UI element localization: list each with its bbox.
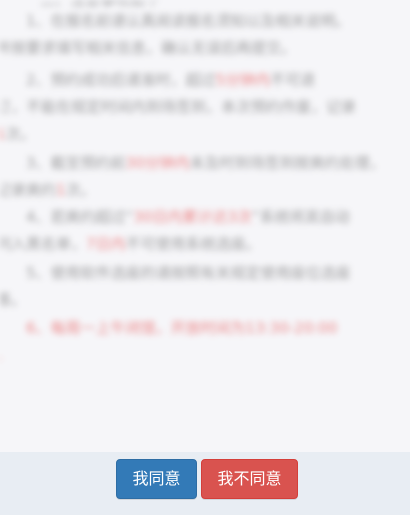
agreement-line: 订，不能在规定时间内到场签到，本次预约作废，记录 xyxy=(0,98,357,116)
agreement-line: 列入黑名单，7日内不可使用系统选座。 xyxy=(0,235,261,253)
disagree-button[interactable]: 我不同意 xyxy=(201,459,298,499)
agreement-heading: 二、注意事项如下 xyxy=(40,0,161,9)
action-footer: 我同意 我不同意 xyxy=(0,452,410,515)
agreement-text: 二、注意事项如下 1、在报名前请认真阅读报名须知以及相关说明。 并按要求填写相关… xyxy=(0,0,410,452)
agreement-line-highlight: 6、每周一上午闭馆，开放时间为13:30-20:00 xyxy=(26,319,338,337)
agreement-line: 等。 xyxy=(0,291,27,309)
agree-button[interactable]: 我同意 xyxy=(116,459,197,499)
agreement-line: 记录爽约1次。 xyxy=(0,181,96,199)
agreement-line: 1次。 xyxy=(0,125,36,143)
agreement-line: 4、若爽约超过“30日内累计达3次”系统将其自动 xyxy=(26,208,350,226)
agreement-line: 3、截至预约前30分钟内未及时到场签到按爽约处理， xyxy=(26,154,385,172)
agreement-line: 5、使用软件选座的请按照有关规定使用座位选座 xyxy=(26,264,351,282)
agreement-line: 并按要求填写相关信息，确认无误后再提交。 xyxy=(0,39,297,57)
agreement-line: 2、预约成功后请准时，超过5分钟内不可退 xyxy=(26,71,316,89)
agreement-line: 1、在报名前请认真阅读报名须知以及相关说明。 xyxy=(26,12,351,30)
agreement-line-highlight: 。 xyxy=(0,344,11,365)
